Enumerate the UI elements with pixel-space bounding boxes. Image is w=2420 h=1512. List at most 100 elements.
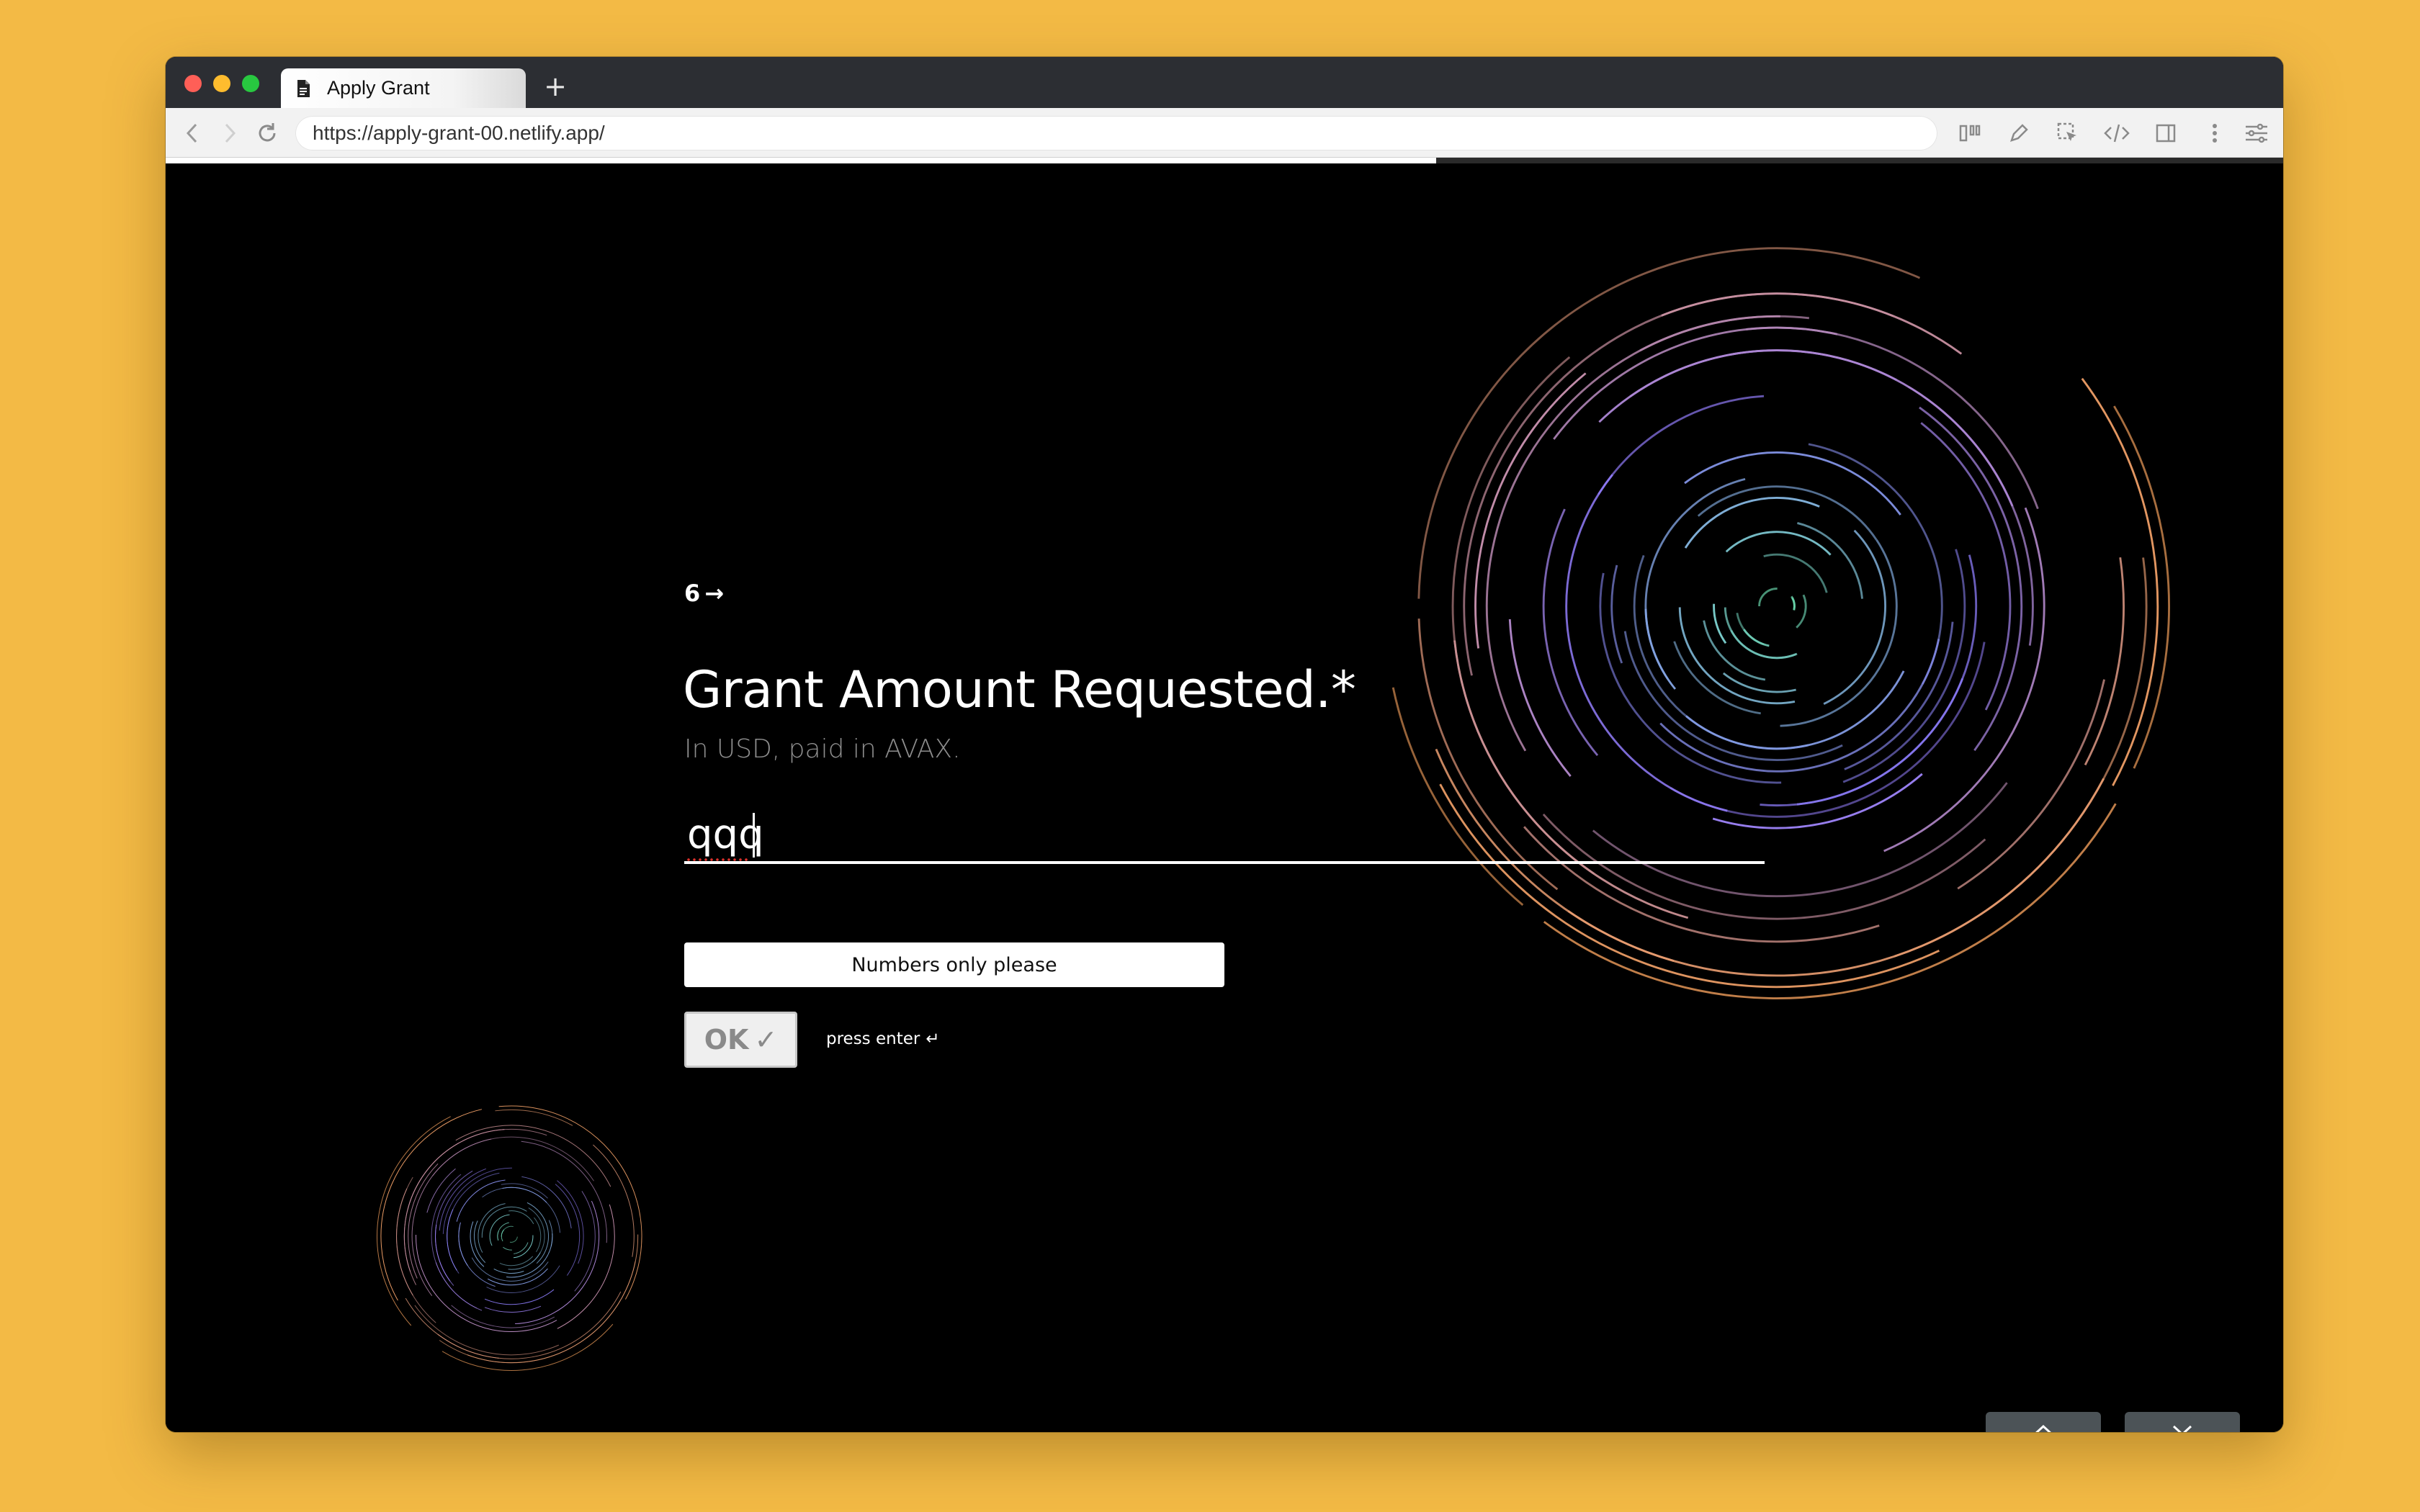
press-enter-label: press enter	[826, 1030, 920, 1048]
ring-arc	[1907, 385, 2034, 646]
chevron-double-down-icon	[2170, 1423, 2195, 1432]
cursor-select-icon[interactable]	[2051, 117, 2084, 150]
url-text: https://apply-grant-00.netlify.app/	[313, 122, 605, 144]
ring-arc	[407, 1128, 547, 1210]
tab-title: Apply Grant	[327, 77, 430, 99]
ring-arc	[1678, 607, 1796, 705]
maximize-window-button[interactable]	[242, 75, 259, 92]
code-icon[interactable]	[2100, 117, 2133, 150]
ring-arc	[1920, 422, 2012, 711]
address-bar[interactable]: https://apply-grant-00.netlify.app/	[295, 116, 1937, 150]
ring-arc	[501, 1230, 504, 1237]
next-question-button[interactable]	[2125, 1412, 2240, 1432]
ring-arc	[416, 1234, 557, 1332]
chevron-right-icon[interactable]	[212, 115, 248, 151]
ring-arc	[1623, 631, 1843, 762]
browser-tab[interactable]: Apply Grant	[281, 68, 526, 108]
question-number: 6 →	[684, 580, 724, 607]
ring-arc	[447, 1172, 500, 1274]
ring-arc	[489, 1214, 510, 1246]
ring-arc	[1453, 640, 1689, 919]
ring-arc	[534, 1217, 542, 1253]
previous-question-button[interactable]	[1986, 1412, 2101, 1432]
ring-arc	[456, 1179, 506, 1222]
ring-arc	[431, 1174, 478, 1309]
question-title: Grant Amount Requested.*	[683, 660, 1356, 719]
sidebar-icon[interactable]	[2149, 117, 2182, 150]
ok-button-label: OK	[704, 1024, 749, 1056]
ring-arc	[451, 1305, 555, 1328]
ring-arc	[1763, 553, 1828, 593]
chevron-left-icon[interactable]	[174, 115, 210, 151]
enter-key-icon: ↵	[926, 1030, 940, 1048]
ring-arc	[503, 1246, 512, 1251]
ring-arc	[508, 1252, 541, 1270]
ring-arc	[1797, 522, 1863, 599]
ring-arc	[380, 1109, 482, 1301]
ring-arc	[1808, 443, 1943, 685]
ring-arc	[499, 1256, 534, 1266]
ring-arc	[439, 1261, 636, 1364]
ring-arc	[1791, 595, 1796, 611]
ring-arc	[1725, 531, 1832, 556]
form-progress-fill	[166, 158, 1436, 163]
ring-arc	[513, 1235, 534, 1259]
tab-bar: Apply Grant +	[166, 57, 2283, 108]
ring-arc	[1722, 672, 1796, 693]
ring-arc	[414, 1305, 560, 1356]
ring-arc	[447, 1209, 457, 1271]
document-icon	[295, 79, 311, 98]
grant-amount-input[interactable]	[684, 808, 1765, 864]
ring-arc	[1610, 564, 1623, 664]
ring-arc	[408, 1163, 439, 1279]
spellcheck-underline	[686, 858, 750, 862]
ring-arc	[1644, 608, 1677, 690]
ring-arc	[1633, 554, 1809, 750]
browser-toolbar: https://apply-grant-00.netlify.app/	[166, 108, 2283, 158]
ring-arc	[482, 1187, 561, 1233]
question-subtitle: In USD, paid in AVAX.	[684, 734, 961, 764]
ring-arc	[467, 1234, 639, 1364]
ring-arc	[1823, 529, 1886, 705]
ring-arc	[1463, 292, 1894, 676]
ring-arc	[403, 1143, 460, 1285]
ring-arc	[442, 1167, 512, 1234]
minimize-window-button[interactable]	[213, 75, 230, 92]
reload-icon[interactable]	[249, 115, 285, 151]
decorative-rings-large	[1392, 247, 2171, 999]
more-vertical-icon[interactable]	[2198, 117, 2231, 150]
ring-arc	[521, 1140, 607, 1243]
ring-arc	[411, 1138, 492, 1296]
ring-arc	[442, 1323, 614, 1371]
ring-arc	[1684, 451, 1901, 516]
ring-arc	[484, 1305, 542, 1313]
ring-arc	[1713, 603, 1727, 644]
ring-arc	[508, 1210, 534, 1225]
new-tab-button[interactable]: +	[537, 68, 573, 104]
ring-arc	[1919, 406, 2023, 752]
ring-arc	[1746, 326, 2039, 510]
ring-arc	[2084, 557, 2125, 766]
form-page: 6 → Grant Amount Requested.* In USD, pai…	[166, 163, 2283, 1432]
validation-error: Numbers only please	[684, 942, 1224, 987]
ring-arc	[432, 1136, 594, 1182]
sliders-icon[interactable]	[2240, 117, 2273, 150]
pencil-icon[interactable]	[2002, 117, 2035, 150]
ring-arc	[1670, 642, 1986, 818]
ring-arc	[1542, 508, 1599, 757]
ring-arc	[1629, 349, 2014, 507]
ring-arc	[1703, 620, 1766, 681]
close-window-button[interactable]	[184, 75, 202, 92]
ring-arc	[1796, 594, 1807, 629]
arrow-right-icon: →	[704, 580, 725, 607]
reader-view-icon[interactable]	[1953, 117, 1986, 150]
ring-arc	[1758, 588, 1778, 607]
ring-arc	[555, 1184, 581, 1276]
ring-arc	[1553, 326, 1838, 440]
checkmark-icon: ✓	[754, 1024, 778, 1056]
ring-arc	[1485, 315, 1780, 752]
question-number-value: 6	[684, 580, 701, 607]
ring-arc	[1736, 612, 1765, 646]
ok-button[interactable]: OK ✓	[684, 1012, 797, 1068]
ring-arc	[470, 1221, 485, 1267]
